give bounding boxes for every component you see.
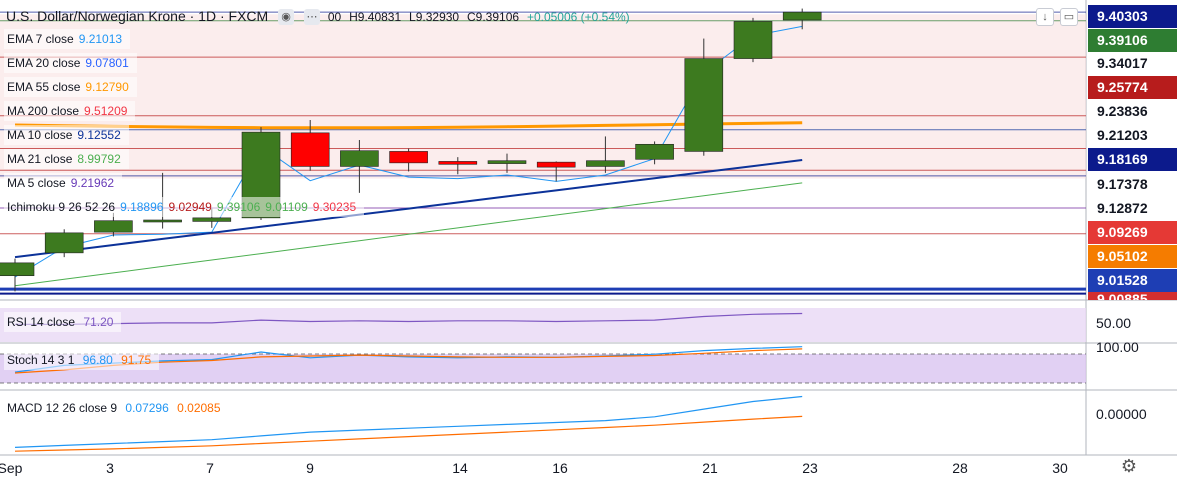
- legend-label: MA 21 close: [7, 152, 73, 166]
- legend-value: 9.30235: [312, 200, 357, 214]
- time-tick: 30: [1052, 460, 1068, 476]
- chart-stage[interactable]: U.S. Dollar/Norwegian Krone · 1D · FXCM …: [0, 0, 1177, 486]
- stoch-k-value: 96.80: [82, 353, 113, 367]
- rsi-legend[interactable]: RSI 14 close 71.20: [4, 312, 122, 332]
- arrow-down-icon[interactable]: ↓: [1036, 8, 1054, 26]
- candle: [536, 161, 576, 168]
- time-tick: 16: [552, 460, 568, 476]
- macd-tick: 0.00000: [1096, 406, 1147, 422]
- legend-value: 9.02949: [168, 200, 212, 214]
- stoch-tick: 100.00: [1096, 339, 1139, 355]
- ohlc-prefix: 00: [327, 10, 342, 24]
- candle: [94, 220, 133, 233]
- candle: [684, 58, 724, 152]
- rsi-value: 71.20: [83, 315, 114, 329]
- ichimoku-cloud: [0, 14, 1086, 179]
- legend-value: 9.39106: [216, 200, 261, 214]
- gear-icon[interactable]: ⚙: [1118, 456, 1140, 478]
- rsi-band: [0, 308, 1086, 342]
- more-icon[interactable]: ⋯: [303, 9, 320, 26]
- symbol-title[interactable]: U.S. Dollar/Norwegian Krone · 1D · FXCM: [6, 8, 268, 24]
- candle: [143, 219, 182, 223]
- legend-value: 9.12790: [85, 80, 129, 94]
- legend-value: 9.18896: [120, 200, 164, 214]
- legend-ma-5-close[interactable]: MA 5 close 9.21962: [4, 173, 123, 193]
- legend-ma-10-close[interactable]: MA 10 close 9.12552: [4, 125, 129, 145]
- price-label: 9.00885: [1088, 292, 1177, 300]
- ohlc-high: H9.40831: [349, 10, 402, 24]
- ohlc-close: C9.39106: [467, 10, 520, 24]
- legend-value: 9.21013: [78, 32, 123, 46]
- candle: [782, 11, 822, 21]
- time-tick: 21: [702, 460, 718, 476]
- legend-label: MA 5 close: [7, 176, 66, 190]
- maximize-icon[interactable]: ▭: [1060, 8, 1078, 26]
- price-label: 9.25774: [1088, 76, 1177, 99]
- price-label: 9.05102: [1088, 245, 1177, 268]
- ohlc-change: +0.05006 (+0.54%): [526, 10, 630, 24]
- time-tick: 9: [306, 460, 314, 476]
- candle: [438, 161, 478, 165]
- legend-value: 9.51209: [84, 104, 128, 118]
- macd-signal-line: [14, 415, 803, 452]
- price-label: 9.40303: [1088, 5, 1177, 28]
- price-label: 9.21203: [1088, 124, 1177, 147]
- time-tick: 14: [452, 460, 468, 476]
- time-tick: Sep: [0, 460, 23, 476]
- legend-ma-200-close[interactable]: MA 200 close 9.51209: [4, 101, 136, 121]
- time-tick: 7: [206, 460, 214, 476]
- ohlc-low: L9.32930: [409, 10, 460, 24]
- price-label: 9.23836: [1088, 100, 1177, 123]
- legend-label: MA 10 close: [7, 128, 73, 142]
- price-label: 9.09269: [1088, 221, 1177, 244]
- stoch-band: [0, 354, 1086, 383]
- chart-header: U.S. Dollar/Norwegian Krone · 1D · FXCM …: [0, 0, 630, 32]
- legend-ema-55-close[interactable]: EMA 55 close 9.12790: [4, 77, 137, 97]
- legend-ema-7-close[interactable]: EMA 7 close 9.21013: [4, 29, 131, 49]
- time-tick: 3: [106, 460, 114, 476]
- price-label: 9.39106: [1088, 29, 1177, 52]
- candle: [340, 150, 379, 167]
- stoch-d-value: 91.75: [121, 353, 152, 367]
- time-tick: 23: [802, 460, 818, 476]
- price-label: 9.17378: [1088, 173, 1177, 196]
- price-label: 9.01528: [1088, 269, 1177, 292]
- candle: [0, 262, 35, 277]
- candle: [586, 160, 625, 167]
- legend-value: 8.99792: [77, 152, 121, 166]
- candle: [44, 232, 84, 254]
- candle: [635, 143, 674, 160]
- stoch-legend[interactable]: Stoch 14 3 1 96.80 91.75: [4, 350, 160, 370]
- candle: [733, 21, 773, 59]
- legend-ichimoku[interactable]: Ichimoku 9 26 52 26 9.18896 9.02949 9.39106…: [4, 197, 365, 217]
- macd-label: MACD 12 26 close 9: [7, 401, 118, 415]
- macd-legend[interactable]: MACD 12 26 close 9 0.07296 0.02085: [4, 398, 229, 418]
- price-label: 9.18169: [1088, 148, 1177, 171]
- rsi-label: RSI 14 close: [7, 315, 76, 329]
- time-tick: 28: [952, 460, 968, 476]
- legend-value: 9.12552: [77, 128, 121, 142]
- legend-value: 9.21962: [70, 176, 115, 190]
- legend-ma-21-close[interactable]: MA 21 close 8.99792: [4, 149, 129, 169]
- legend-label: Ichimoku 9 26 52 26: [7, 200, 116, 214]
- candle: [290, 132, 330, 167]
- legend-label: MA 200 close: [7, 104, 80, 118]
- legend-ema-20-close[interactable]: EMA 20 close 9.07801: [4, 53, 137, 73]
- legend-value: 9.07801: [85, 56, 129, 70]
- macd-value: 0.07296: [125, 401, 169, 415]
- legend-label: EMA 20 close: [7, 56, 81, 70]
- price-label: 9.34017: [1088, 52, 1177, 75]
- macd-signal-value: 0.02085: [177, 401, 221, 415]
- candle: [389, 151, 428, 164]
- eye-icon[interactable]: ◉: [278, 9, 295, 26]
- price-label: 9.12872: [1088, 197, 1177, 220]
- stoch-label: Stoch 14 3 1: [7, 353, 75, 367]
- legend-label: EMA 55 close: [7, 80, 81, 94]
- candle: [192, 217, 232, 222]
- legend-label: EMA 7 close: [7, 32, 74, 46]
- candle: [487, 160, 527, 164]
- rsi-tick: 50.00: [1096, 315, 1132, 331]
- legend-value: 9.01109: [265, 200, 308, 214]
